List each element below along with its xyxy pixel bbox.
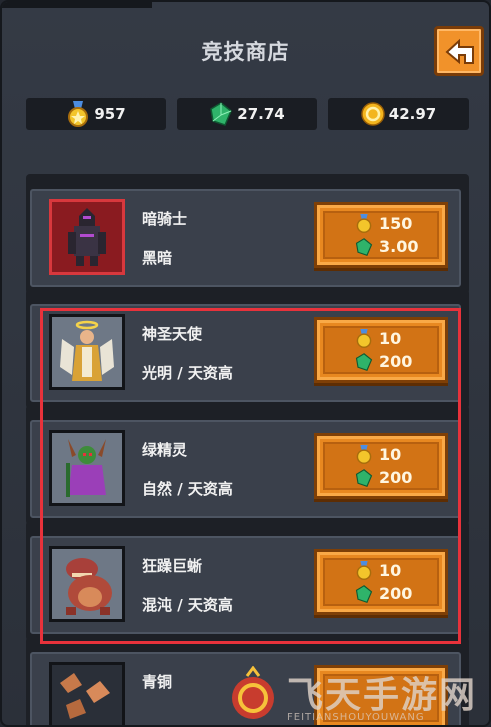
watermark-logo-icon: [232, 665, 274, 719]
price-medal: 150: [379, 214, 413, 233]
medal-icon: [68, 101, 89, 127]
watermark-subtext: FEITIANSHOUYOUWANG: [287, 712, 425, 723]
price-medal-row: 150: [355, 214, 412, 233]
currency-value: 42.97: [388, 105, 437, 123]
gold-coin-icon: [361, 102, 385, 126]
back-button[interactable]: [434, 26, 484, 76]
item-tags: 黑暗: [142, 249, 173, 267]
price-gem-row: 3.00: [355, 237, 418, 256]
currency-value: 27.74: [237, 105, 285, 123]
watermark-text: 飞天手游网: [287, 674, 478, 716]
top-strip: [2, 2, 152, 8]
bronze-ore-portrait: [49, 662, 125, 725]
page-title: 竞技商店: [201, 40, 290, 64]
shop-item: 暗骑士 黑暗 150 3.00: [26, 174, 469, 294]
currency-value: 957: [94, 105, 126, 123]
dark-knight-portrait: [49, 199, 125, 275]
price-gem: 3.00: [379, 237, 419, 256]
bronze-ore-icon: [52, 665, 122, 725]
medal-icon: [356, 214, 372, 233]
green-gem-icon: [355, 237, 373, 256]
currency-medal: 957: [26, 98, 166, 130]
item-name: 青铜: [142, 673, 173, 691]
back-arrow-icon: [445, 38, 474, 65]
dark-knight-icon: [52, 202, 122, 272]
currency-coin: 42.97: [328, 98, 469, 130]
arena-shop-panel: 竞技商店 957 27.74 42.97 暗骑士 黑暗 150 3.00 神圣天…: [0, 0, 491, 727]
item-name: 暗骑士: [142, 210, 188, 228]
watermark: 飞天手游网 FEITIANSHOUYOUWANG: [227, 665, 489, 725]
shop-item-body: 暗骑士 黑暗 150 3.00: [30, 189, 461, 287]
green-gem-icon: [210, 102, 233, 126]
currency-gem: 27.74: [177, 98, 317, 130]
buy-button[interactable]: 150 3.00: [314, 202, 448, 268]
highlight-box: [40, 308, 461, 644]
